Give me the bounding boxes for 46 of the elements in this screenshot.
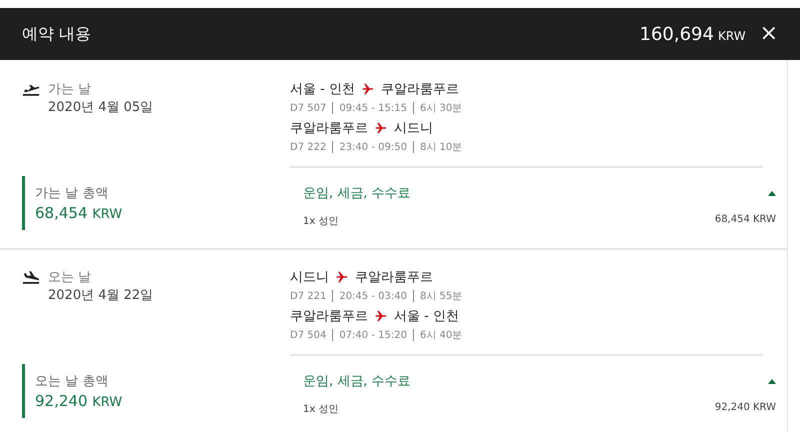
destination-city: 서울 - 인천 xyxy=(394,308,459,325)
landing-plane-icon xyxy=(22,270,40,285)
plane-icon xyxy=(336,271,348,283)
flight-number: D7 221 xyxy=(290,290,326,302)
total-amount: 92,240 KRW xyxy=(35,392,124,410)
fees-toggle-link[interactable]: 운임, 세금, 수수료 xyxy=(303,184,411,202)
total-label: 오는 날 총액 xyxy=(35,373,110,390)
flight-number: D7 222 xyxy=(290,142,326,152)
passenger-count: 1x 성인 xyxy=(303,215,338,228)
flight-number: D7 504 xyxy=(290,330,326,340)
flight-times: 20:45 - 03:40 xyxy=(339,290,407,302)
destination-city: 시드니 xyxy=(394,120,433,137)
passenger-count: 1x 성인 xyxy=(303,403,338,416)
origin-city: 서울 - 인천 xyxy=(290,81,355,98)
flight-duration: 8시 10분 xyxy=(420,141,462,154)
panel-title: 예약 내용 xyxy=(22,24,92,44)
leg-date: 2020년 4월 05일 xyxy=(48,99,154,116)
plane-icon xyxy=(362,83,374,95)
total-amount: 68,454 KRW xyxy=(35,204,124,222)
plane-icon xyxy=(375,122,387,134)
leg-label: 가는 날 xyxy=(48,81,92,98)
destination-city: 쿠알라룸푸르 xyxy=(355,269,433,286)
flight-times: 07:40 - 15:20 xyxy=(339,330,407,340)
flight-duration: 6시 30분 xyxy=(420,102,462,115)
caret-icon[interactable] xyxy=(768,378,776,384)
leg-date: 2020년 4월 22일 xyxy=(48,287,154,304)
currency-label: KRW xyxy=(718,29,746,43)
origin-city: 쿠알라룸푸르 xyxy=(290,308,368,325)
leg-label: 오는 날 xyxy=(48,269,92,286)
fee-amount: 68,454 KRW xyxy=(714,214,776,227)
close-button[interactable]: × xyxy=(760,23,778,45)
fee-amount: 92,240 KRW xyxy=(714,402,776,415)
takeoff-plane-icon xyxy=(22,82,40,97)
flight-duration: 6시 40분 xyxy=(420,329,462,342)
flight-times: 09:45 - 15:15 xyxy=(339,102,407,114)
flight-number: D7 507 xyxy=(290,102,326,114)
plane-icon xyxy=(375,310,387,322)
grand-total: 160,694 xyxy=(640,24,714,45)
flight-duration: 8시 55분 xyxy=(420,290,462,303)
total-label: 가는 날 총액 xyxy=(35,185,110,202)
destination-city: 쿠알라룸푸르 xyxy=(380,81,459,98)
flight-times: 23:40 - 09:50 xyxy=(339,142,407,152)
fees-toggle-link[interactable]: 운임, 세금, 수수료 xyxy=(303,372,411,390)
caret-icon[interactable] xyxy=(768,190,776,196)
origin-city: 시드니 xyxy=(290,269,329,286)
origin-city: 쿠알라룸푸르 xyxy=(290,120,368,137)
